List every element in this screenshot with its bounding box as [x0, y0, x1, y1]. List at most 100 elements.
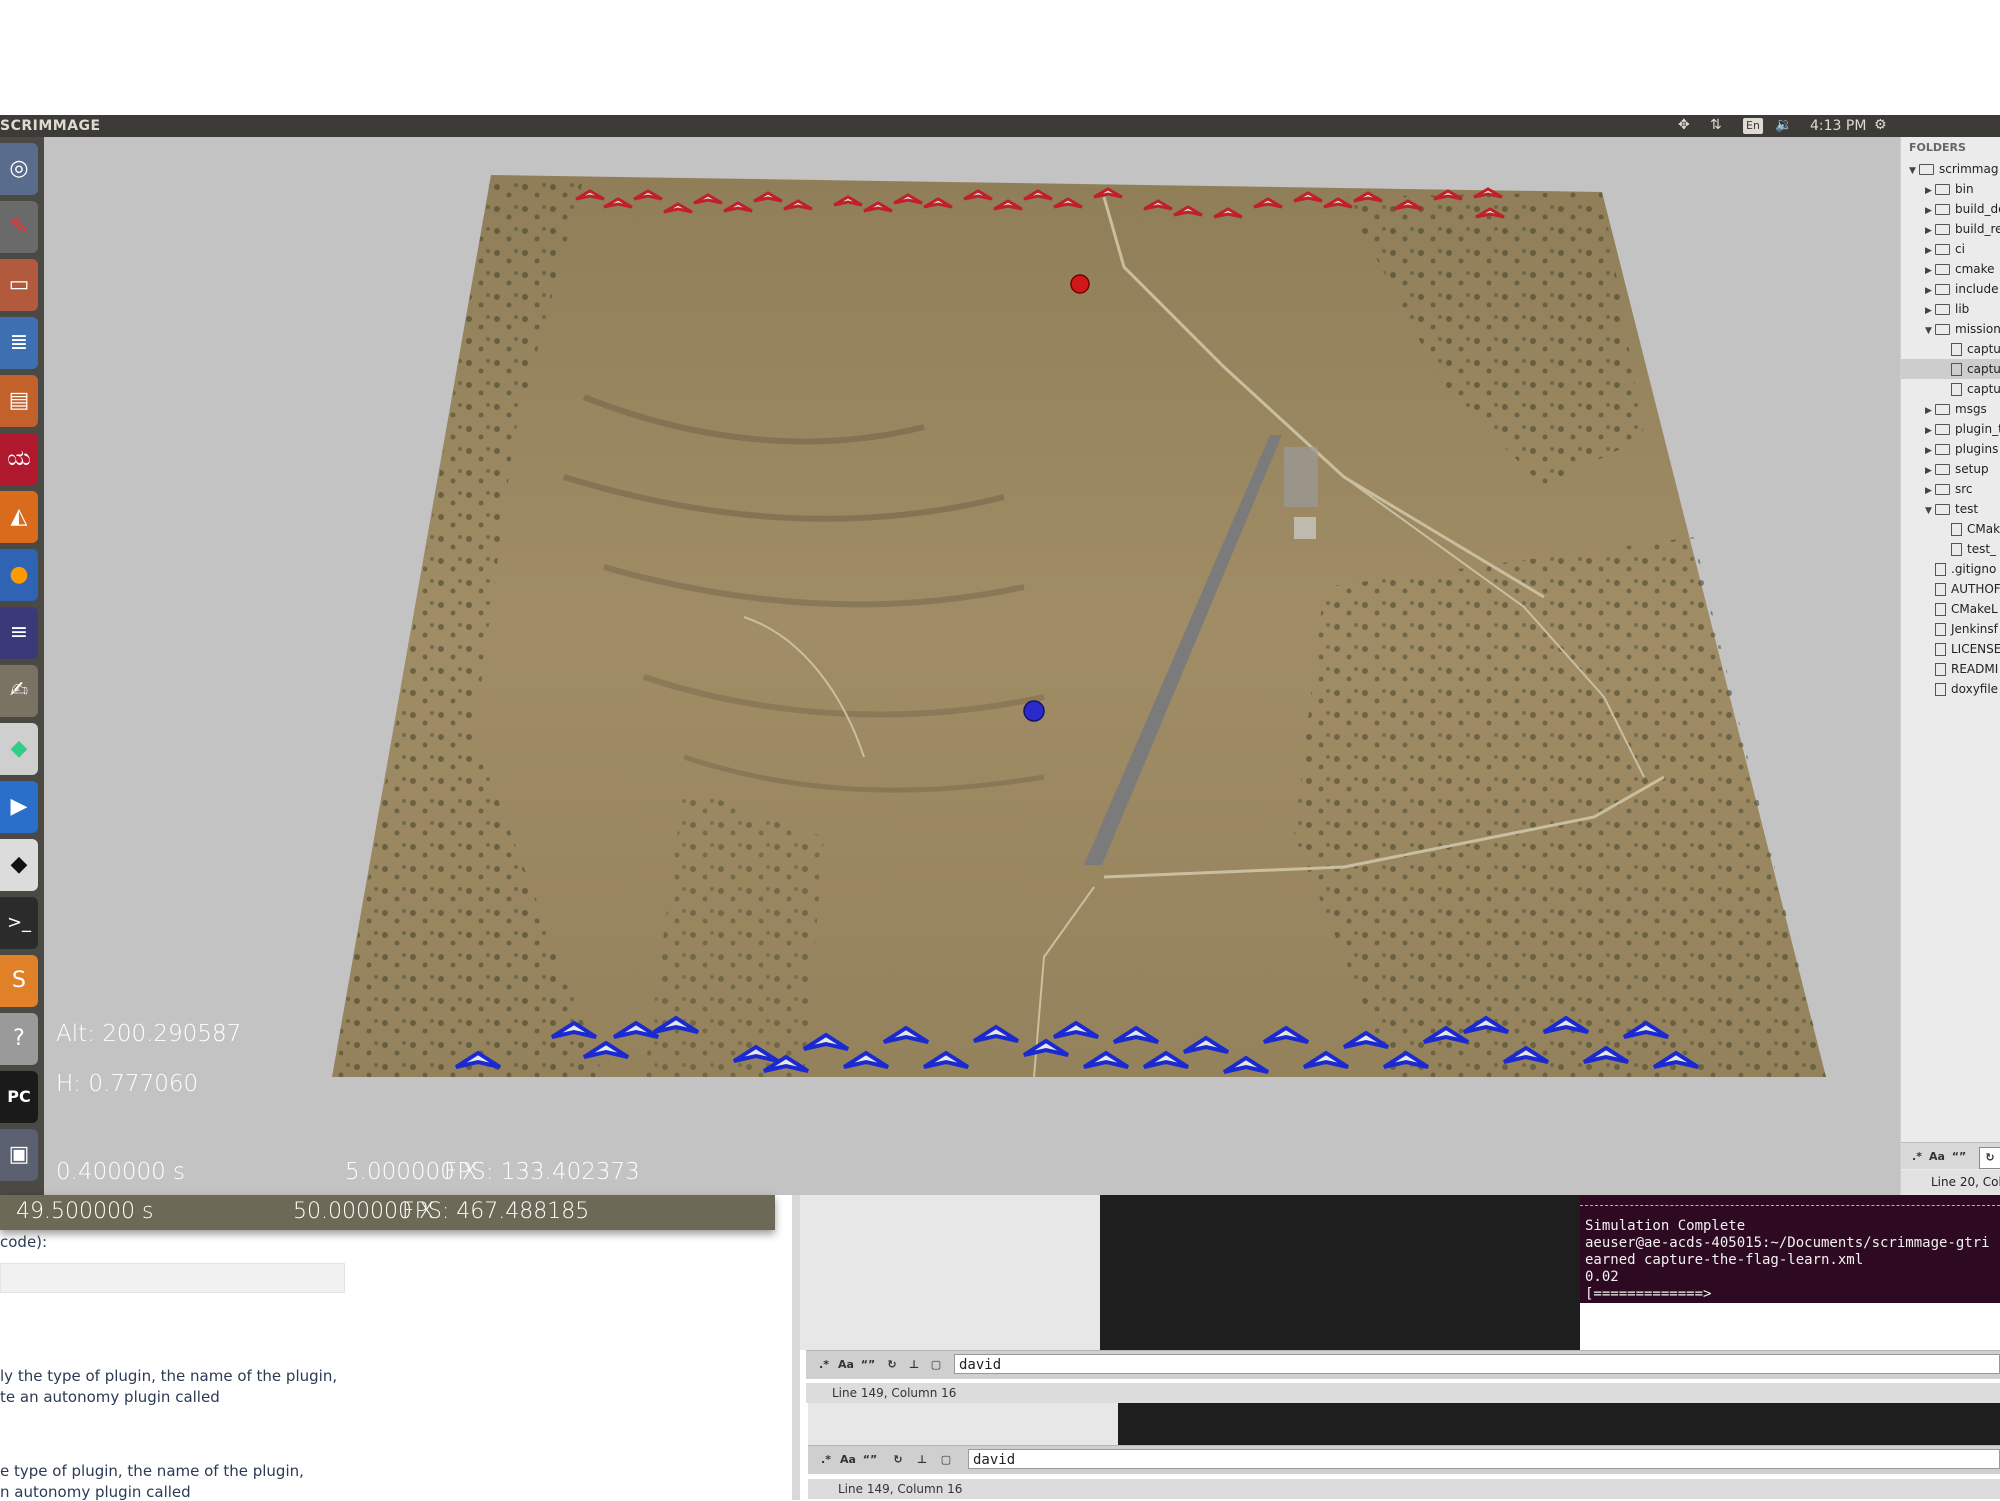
folder-item[interactable]: ▶ msgs: [1901, 399, 2000, 419]
collapsed-arrow-icon[interactable]: ▶: [1925, 461, 1935, 481]
folder-item[interactable]: ▼ scrimmag: [1901, 159, 2000, 179]
blue-flag: [1023, 700, 1045, 722]
file-item[interactable]: captu: [1901, 339, 2000, 359]
terminal-line: earned capture-the-flag-learn.xml: [1585, 1252, 1864, 1268]
sublime-icon[interactable]: S: [0, 955, 38, 1007]
folder-icon: [1935, 324, 1950, 335]
collapsed-arrow-icon[interactable]: ▶: [1925, 301, 1935, 321]
file-icon: [1935, 643, 1946, 656]
case-button[interactable]: Aa: [836, 1355, 856, 1375]
expanded-arrow-icon[interactable]: ▼: [1925, 501, 1935, 521]
volume-icon[interactable]: 🔉: [1775, 117, 1792, 133]
folder-item[interactable]: ▶ build_de: [1901, 199, 2000, 219]
collapsed-arrow-icon[interactable]: ▶: [1925, 261, 1935, 281]
file-item[interactable]: test_: [1901, 539, 2000, 559]
folder-item[interactable]: ▶ build_re: [1901, 219, 2000, 239]
chromium-icon[interactable]: ◆: [0, 723, 38, 775]
regex-button[interactable]: .*: [816, 1450, 836, 1470]
file-item[interactable]: CMak: [1901, 519, 2000, 539]
find-input[interactable]: david: [968, 1449, 2000, 1469]
clock[interactable]: 4:13 PM: [1810, 118, 1866, 134]
collapsed-arrow-icon[interactable]: ▶: [1925, 241, 1935, 261]
whole-word-button[interactable]: “”: [860, 1450, 880, 1470]
folder-item[interactable]: ▶ include: [1901, 279, 2000, 299]
expanded-arrow-icon[interactable]: ▼: [1909, 161, 1919, 181]
collapsed-arrow-icon[interactable]: ▶: [1925, 421, 1935, 441]
collapsed-arrow-icon[interactable]: ▶: [1925, 221, 1935, 241]
collapsed-arrow-icon[interactable]: ▶: [1925, 481, 1935, 501]
files-icon[interactable]: ▭: [0, 259, 38, 311]
folder-item[interactable]: ▶ cmake: [1901, 259, 2000, 279]
folders-header: FOLDERS: [1909, 141, 1966, 154]
inkscape-icon[interactable]: ◆: [0, 839, 38, 891]
find-input[interactable]: david: [954, 1354, 2000, 1374]
file-icon: [1951, 523, 1962, 536]
ubuntu-icon[interactable]: ◎: [0, 143, 38, 195]
in-selection-icon[interactable]: ⊥: [904, 1355, 924, 1375]
highlight-icon[interactable]: ▢: [936, 1450, 956, 1470]
whole-word-button[interactable]: “”: [1949, 1147, 1969, 1167]
tree-item-label: cmake: [1955, 262, 1995, 276]
wrap-icon[interactable]: ↻: [888, 1450, 908, 1470]
highlight-icon[interactable]: ▢: [926, 1355, 946, 1375]
file-item[interactable]: CMakeL: [1901, 599, 2000, 619]
folder-item[interactable]: ▶ lib: [1901, 299, 2000, 319]
terminal-icon[interactable]: >_: [0, 897, 38, 949]
file-item[interactable]: .gitigno: [1901, 559, 2000, 579]
folder-item[interactable]: ▶ src: [1901, 479, 2000, 499]
folder-item[interactable]: ▶ bin: [1901, 179, 2000, 199]
file-item[interactable]: doxyfile: [1901, 679, 2000, 699]
file-item[interactable]: LICENSE: [1901, 639, 2000, 659]
simulation-viewport[interactable]: Alt: 200.290587 H: 0.777060 0.400000 s 5…: [44, 137, 1900, 1195]
in-selection-icon[interactable]: ⊥: [912, 1450, 932, 1470]
file-item[interactable]: Jenkinsf: [1901, 619, 2000, 639]
folder-item[interactable]: ▶ plugin_t: [1901, 419, 2000, 439]
dropbox-icon[interactable]: ✥: [1678, 117, 1690, 133]
folder-item[interactable]: ▶ setup: [1901, 459, 2000, 479]
tree-item-label: Jenkinsf: [1951, 622, 1998, 636]
gear-icon[interactable]: ⚙: [1874, 117, 1887, 133]
firefox-icon[interactable]: ●: [0, 549, 38, 601]
terminal-line: Simulation Complete: [1585, 1218, 1746, 1234]
gimp-icon[interactable]: ✍: [0, 665, 38, 717]
terminal-line: 0.02: [1585, 1269, 1619, 1285]
drive-icon[interactable]: ▣: [0, 1129, 38, 1181]
network-icon[interactable]: ⇅: [1710, 117, 1722, 133]
help-icon[interactable]: ?: [0, 1013, 38, 1065]
wrap-icon[interactable]: ↻: [882, 1355, 902, 1375]
doc-text: n autonomy plugin called: [0, 1483, 191, 1501]
writer-icon[interactable]: ≣: [0, 317, 38, 369]
case-button[interactable]: Aa: [1927, 1147, 1947, 1167]
regex-button[interactable]: .*: [814, 1355, 834, 1375]
file-item[interactable]: captu: [1901, 359, 2000, 379]
collapsed-arrow-icon[interactable]: ▶: [1925, 441, 1935, 461]
folder-item[interactable]: ▶ ci: [1901, 239, 2000, 259]
expanded-arrow-icon[interactable]: ▼: [1925, 321, 1935, 341]
mendeley-icon[interactable]: ಯ: [0, 433, 38, 485]
media-player-icon[interactable]: ▶: [0, 781, 38, 833]
collapsed-arrow-icon[interactable]: ▶: [1925, 181, 1935, 201]
keyboard-layout-indicator[interactable]: En: [1743, 118, 1763, 134]
regex-button[interactable]: .*: [1907, 1147, 1927, 1167]
heading-readout: H: 0.777060: [56, 1071, 199, 1097]
pycharm-icon[interactable]: PC: [0, 1071, 38, 1123]
eclipse-icon[interactable]: ≡: [0, 607, 38, 659]
case-button[interactable]: Aa: [838, 1450, 858, 1470]
matlab-icon[interactable]: ◭: [0, 491, 38, 543]
wrap-icon[interactable]: ↻: [1979, 1147, 2000, 1169]
collapsed-arrow-icon[interactable]: ▶: [1925, 201, 1935, 221]
whole-word-button[interactable]: “”: [858, 1355, 878, 1375]
folder-item[interactable]: ▼ test: [1901, 499, 2000, 519]
folder-item[interactable]: ▼ mission: [1901, 319, 2000, 339]
file-item[interactable]: captu: [1901, 379, 2000, 399]
system-settings-icon[interactable]: ✎: [0, 201, 38, 253]
file-item[interactable]: READMI: [1901, 659, 2000, 679]
folder-item[interactable]: ▶ plugins: [1901, 439, 2000, 459]
file-icon: [1935, 563, 1946, 576]
file-item[interactable]: AUTHOF: [1901, 579, 2000, 599]
collapsed-arrow-icon[interactable]: ▶: [1925, 401, 1935, 421]
folder-icon: [1935, 224, 1950, 235]
impress-icon[interactable]: ▤: [0, 375, 38, 427]
tree-item-label: LICENSE: [1951, 642, 2000, 656]
collapsed-arrow-icon[interactable]: ▶: [1925, 281, 1935, 301]
